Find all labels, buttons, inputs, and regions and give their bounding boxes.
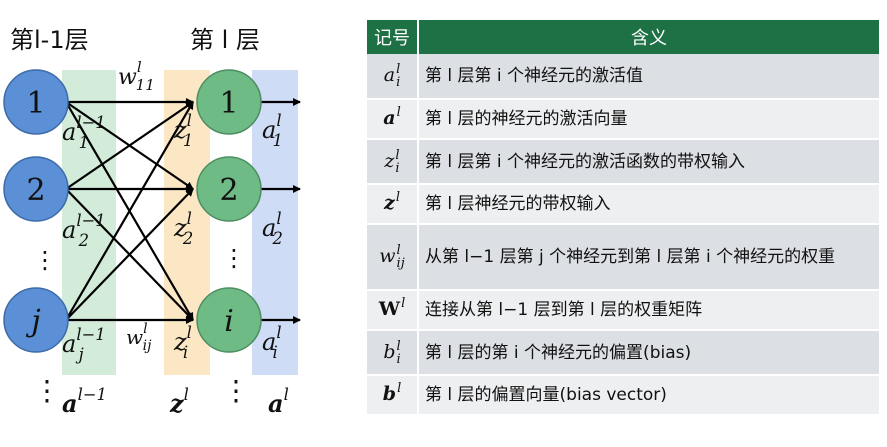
table-row: ali第 l 层第 i 个神经元的激活值 [367,54,879,100]
notation-table-body: ali第 l 层第 i 个神经元的激活值 a l 第 l 层的神经元的激活向量 z l i… [367,54,879,416]
table-row: zli第 l 层第 i 个神经元的激活函数的带权输入 [367,139,879,185]
weight-w11-label: wl 11 [118,58,155,94]
notation-symbol: zli [367,139,419,185]
curr-layer-title: 第 l 层 [190,26,260,54]
notation-symbol: ali [367,54,419,100]
table-row: w l ij 从第 l−1 层第 j 个神经元到第 l 层第 i 个神经元的权重 [367,224,879,291]
prev-ellipsis-mid: ⋮ [33,246,57,274]
notation-symbol: w l ij [367,224,419,291]
prev-layer-title: 第l-1层 [10,26,89,54]
curr-neuron-1-label: 1 [219,86,238,121]
notation-symbol: zl [367,184,419,225]
notation-meaning: 第 l 层神经元的带权输入 [418,184,879,225]
curr-ellipsis-bottom: ⋮ [222,374,250,407]
notation-meaning: 连接从第 l−1 层到第 l 层的权重矩阵 [418,290,879,331]
neuron-nodes: 12j12i [3,69,262,353]
notation-meaning: 第 l 层第 i 个神经元的激活值 [418,54,879,100]
notation-meaning: 从第 l−1 层第 j 个神经元到第 l 层第 i 个神经元的权重 [418,224,879,291]
notation-symbol: Wl [367,290,419,331]
table-row: zl 第 l 层神经元的带权输入 [367,184,879,225]
table-row: al 第 l 层的神经元的激活向量 [367,99,879,140]
neural-network-diagram: 第l-1层 第 l 层 12j12i ⋮ ⋮ ⋮ ⋮ wl 11 wl ij al−… [3,26,301,418]
prev-neuron-1-label: 1 [26,86,45,121]
curr-neuron-3-label: i [224,304,234,339]
curr-neuron-2-label: 2 [219,173,238,208]
table-header-row: 记号 含义 [367,20,879,54]
meaning-column-header: 含义 [418,20,879,54]
notation-meaning: 第 l 层的神经元的激活向量 [418,99,879,140]
curr-ellipsis-mid: ⋮ [222,244,246,272]
prev-neuron-2-label: 2 [26,173,45,208]
curr-activation-vector: al [268,385,289,418]
table-row: bl 第 l 层的偏置向量(bias vector) [367,375,879,416]
weight-wij-label: wl ij [126,321,152,354]
notation-symbol: bli [367,330,419,376]
symbol-column-header: 记号 [367,20,419,54]
notation-table: 记号 含义 ali第 l 层第 i 个神经元的激活值 a l 第 l 层的神经元的激… [367,20,879,416]
notation-meaning: 第 l 层的偏置向量(bias vector) [418,375,879,416]
notation-symbol: bl [367,375,419,416]
notation-symbol: al [367,99,419,140]
prev-ellipsis-bottom: ⋮ [33,374,61,407]
table-row: Wl 连接从第 l−1 层到第 l 层的权重矩阵 [367,290,879,331]
notation-meaning: 第 l 层第 i 个神经元的激活函数的带权输入 [418,139,879,185]
weighted-input-vector: zl [169,385,189,418]
prev-activation-vector: al−1 [62,385,107,418]
table-row: bli第 l 层的第 i 个神经元的偏置(bias) [367,330,879,376]
notation-meaning: 第 l 层的第 i 个神经元的偏置(bias) [418,330,879,376]
